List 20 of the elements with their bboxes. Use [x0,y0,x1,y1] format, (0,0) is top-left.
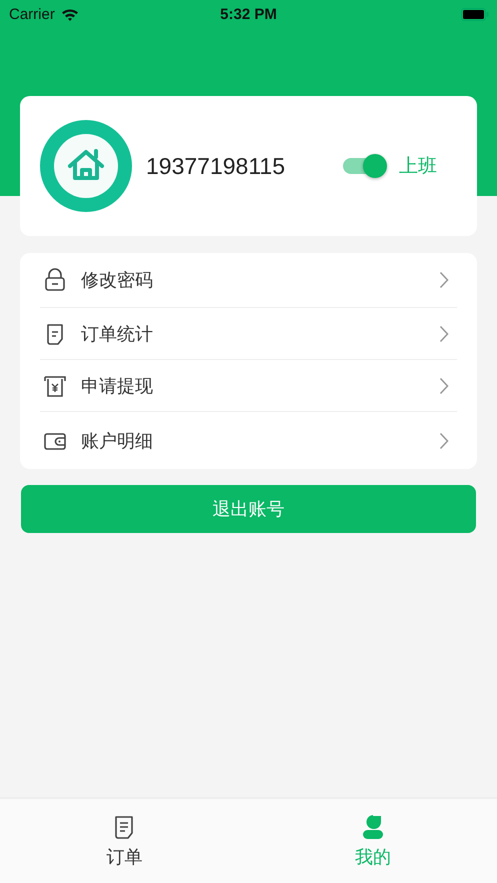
lock-icon [43,268,67,292]
menu-item[interactable]: 账户明细 [40,411,457,469]
duty-label: 上班 [399,154,437,179]
status-time: 5:32 PM [220,6,277,22]
menu-item[interactable]: 修改密码 [40,253,457,307]
cash-drawer-icon [43,374,67,398]
document-icon [114,815,134,839]
chevron-right-icon [439,432,449,450]
carrier-name: Carrier [9,6,55,22]
phone-number: 19377198115 [146,152,285,180]
person-icon [362,815,384,839]
wifi-icon [60,8,79,20]
chevron-right-icon [439,271,449,289]
tab-item[interactable]: 订单 [0,799,248,883]
chevron-right-icon [439,324,449,342]
menu-item[interactable]: 订单统计 [40,307,457,359]
avatar-house-icon [40,120,132,212]
battery-icon [461,8,489,20]
menu-item[interactable]: 申请提现 [40,359,457,411]
chevron-right-icon [439,376,449,394]
